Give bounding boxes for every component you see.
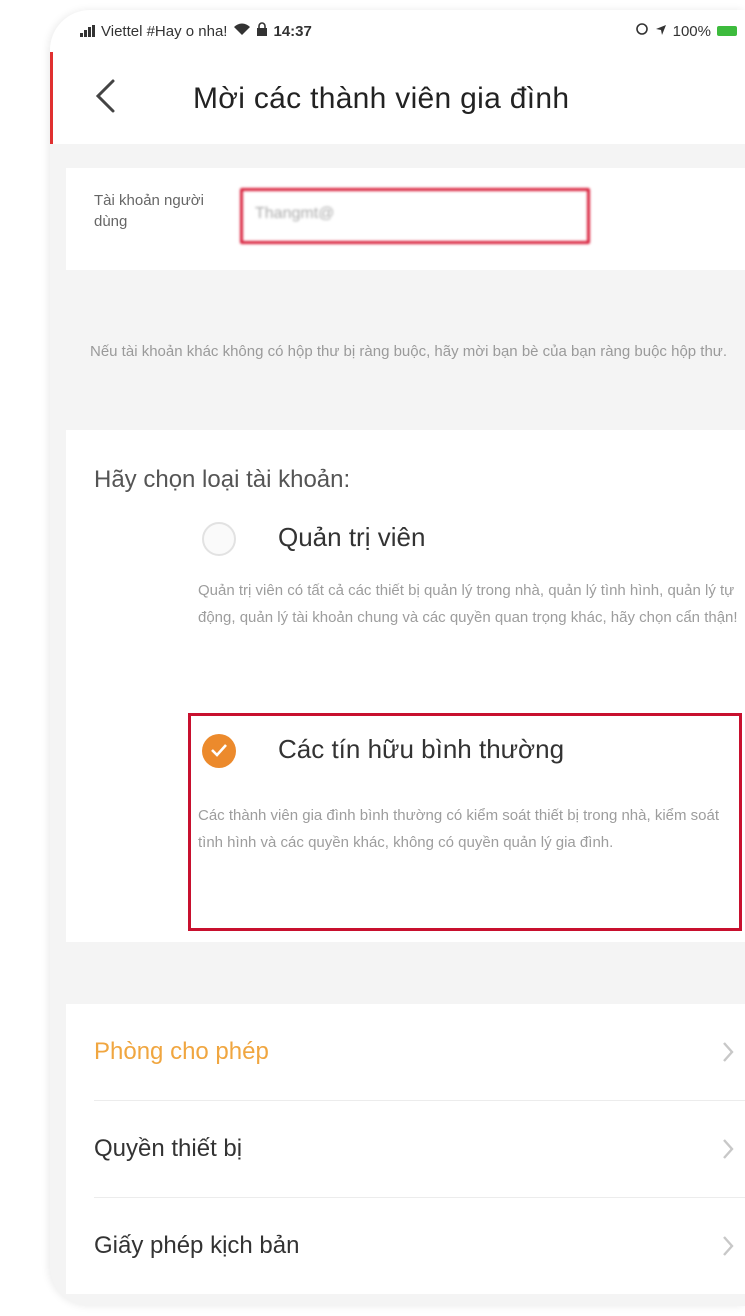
chevron-right-icon bbox=[723, 1139, 734, 1159]
admin-option-description: Quản trị viên có tất cả các thiết bị quả… bbox=[198, 582, 738, 626]
battery-icon bbox=[717, 26, 737, 36]
phone-screen: Viettel #Hay o nha! 14:37 100% Mời các t… bbox=[50, 10, 745, 1306]
check-icon bbox=[211, 744, 227, 757]
menu-item-label: Quyền thiết bị bbox=[94, 1135, 243, 1162]
member-radio[interactable] bbox=[202, 734, 236, 768]
account-label: Tài khoản người dùng bbox=[94, 192, 204, 230]
wifi-icon bbox=[233, 22, 251, 40]
clock: 14:37 bbox=[273, 22, 312, 40]
page-title: Mời các thành viên gia đình bbox=[193, 82, 570, 115]
account-type-section: Hãy chọn loại tài khoản: Quản trị viên Q… bbox=[66, 430, 745, 942]
lock-icon bbox=[257, 22, 268, 40]
nav-bar: Mời các thành viên gia đình bbox=[50, 52, 745, 144]
menu-item-allowed-rooms[interactable]: Phòng cho phép bbox=[66, 1004, 745, 1100]
back-button[interactable] bbox=[93, 78, 119, 114]
carrier-label: Viettel #Hay o nha! bbox=[101, 22, 228, 40]
status-bar: Viettel #Hay o nha! 14:37 100% bbox=[50, 10, 745, 52]
chevron-left-icon bbox=[95, 79, 115, 113]
menu-item-label: Phòng cho phép bbox=[94, 1038, 269, 1065]
chevron-right-icon bbox=[723, 1042, 734, 1062]
account-row: Tài khoản người dùng Thangmt@ bbox=[66, 168, 745, 270]
battery-percent: 100% bbox=[672, 22, 711, 40]
account-type-title: Hãy chọn loại tài khoản: bbox=[94, 466, 351, 493]
permissions-menu: Phòng cho phép Quyền thiết bị Giấy phép … bbox=[66, 1004, 745, 1294]
admin-radio[interactable] bbox=[202, 522, 236, 556]
hint-text: Nếu tài khoản khác không có hộp thư bị r… bbox=[90, 343, 728, 360]
chevron-right-icon bbox=[723, 1236, 734, 1256]
account-input[interactable]: Thangmt@ bbox=[240, 188, 590, 244]
signal-icon bbox=[80, 25, 95, 37]
location-icon bbox=[655, 23, 667, 40]
menu-item-label: Giấy phép kịch bản bbox=[94, 1232, 300, 1259]
member-option-description: Các thành viên gia đình bình thường có k… bbox=[198, 807, 720, 851]
member-option-label[interactable]: Các tín hữu bình thường bbox=[278, 734, 564, 765]
orientation-lock-icon bbox=[635, 22, 649, 40]
menu-item-scene-permissions[interactable]: Giấy phép kịch bản bbox=[66, 1198, 745, 1294]
menu-item-device-permissions[interactable]: Quyền thiết bị bbox=[66, 1101, 745, 1197]
admin-option-label[interactable]: Quản trị viên bbox=[278, 522, 425, 553]
